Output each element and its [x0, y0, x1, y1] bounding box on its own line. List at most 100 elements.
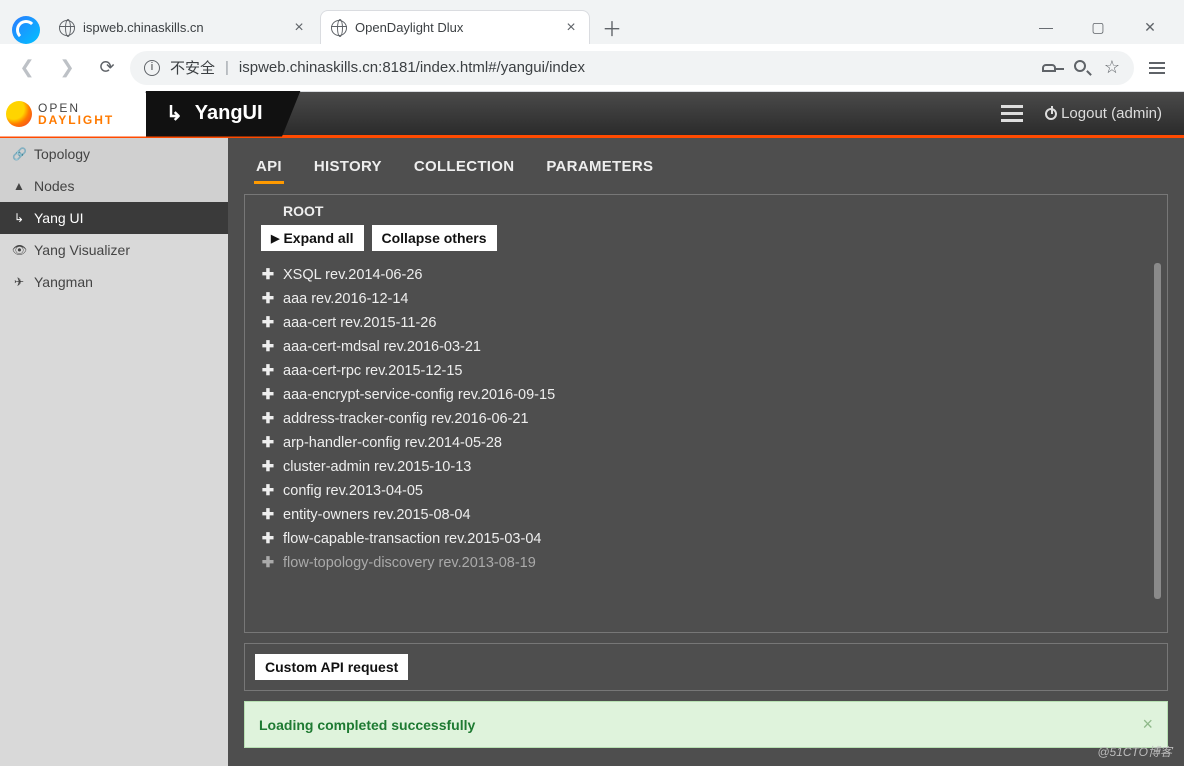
- logout-button[interactable]: Logout (admin): [1045, 105, 1162, 122]
- tree-node[interactable]: ✚ aaa-cert rev.2015-11-26: [261, 311, 1163, 335]
- globe-icon: [331, 20, 347, 36]
- watermark: @51CTO博客: [1097, 743, 1172, 760]
- key-icon[interactable]: [1042, 59, 1056, 76]
- plus-icon: ✚: [261, 315, 275, 331]
- browser-tab-0[interactable]: ispweb.chinaskills.cn ×: [48, 10, 318, 44]
- tree-node-label: aaa rev.2016-12-14: [283, 291, 409, 307]
- tree-node-label: aaa-cert-mdsal rev.2016-03-21: [283, 339, 481, 355]
- browser-menu-button[interactable]: [1140, 51, 1174, 85]
- custom-api-button[interactable]: Custom API request: [255, 654, 408, 680]
- tree-node[interactable]: ✚config rev.2013-04-05: [261, 479, 1163, 503]
- tree-node-label: arp-handler-config rev.2014-05-28: [283, 435, 502, 451]
- tree-node-label: address-tracker-config rev.2016-06-21: [283, 411, 529, 427]
- plus-icon: ✚: [261, 291, 275, 307]
- app-header: OPEN DAYLIGHT ↳ YangUI Logout (admin): [0, 92, 1184, 138]
- address-bar[interactable]: i 不安全 | ispweb.chinaskills.cn:8181/index…: [130, 51, 1134, 85]
- tree-node[interactable]: ✚ aaa rev.2016-12-14: [261, 287, 1163, 311]
- tab-history[interactable]: HISTORY: [312, 152, 384, 184]
- tree-node[interactable]: ✚ flow-topology-discovery rev.2013-08-19: [261, 551, 1163, 575]
- sidebar-icon: ↳: [12, 211, 26, 225]
- window-controls: — ▢ ✕: [1032, 19, 1176, 44]
- plus-icon: ✚: [261, 435, 275, 451]
- app-title-tab: ↳ YangUI: [146, 91, 301, 137]
- custom-api-panel: Custom API request: [244, 643, 1168, 691]
- api-panel: ROOT ▶Expand all Collapse others ✚ XSQL r…: [244, 194, 1168, 633]
- app-menu-button[interactable]: [1001, 105, 1023, 122]
- new-tab-button[interactable]: ＋: [598, 13, 626, 41]
- expand-all-button[interactable]: ▶Expand all: [261, 225, 364, 251]
- tab-api[interactable]: API: [254, 152, 284, 184]
- plus-icon: ✚: [261, 507, 275, 523]
- forward-button[interactable]: ❯: [50, 51, 84, 85]
- collapse-others-label: Collapse others: [382, 230, 487, 246]
- tree-node-label: aaa-cert-rpc rev.2015-12-15: [283, 363, 462, 379]
- back-button[interactable]: ❮: [10, 51, 44, 85]
- sidebar-icon: 👁: [12, 243, 26, 257]
- browser-tab-1[interactable]: OpenDaylight Dlux ×: [320, 10, 590, 44]
- tree-node[interactable]: ✚ aaa-cert-mdsal rev.2016-03-21: [261, 335, 1163, 359]
- plus-icon: ✚: [261, 555, 275, 571]
- tree-node[interactable]: ✚flow-capable-transaction rev.2015-03-04: [261, 527, 1163, 551]
- plus-icon: ✚: [261, 459, 275, 475]
- sidebar-item-yang-ui[interactable]: ↳ Yang UI: [0, 202, 228, 234]
- main-tabs: API HISTORY COLLECTION PARAMETERS: [244, 150, 1168, 184]
- logo-line2: DAYLIGHT: [38, 113, 114, 127]
- triangle-right-icon: ▶: [271, 232, 279, 245]
- tree-node[interactable]: ✚ aaa-cert-rpc rev.2015-12-15: [261, 359, 1163, 383]
- tree-node-label: cluster-admin rev.2015-10-13: [283, 459, 471, 475]
- sidebar-item-label: Yang UI: [34, 210, 84, 226]
- tree-node[interactable]: ✚entity-owners rev.2015-08-04: [261, 503, 1163, 527]
- tab-collection[interactable]: COLLECTION: [412, 152, 517, 184]
- maximize-button[interactable]: ▢: [1084, 19, 1112, 36]
- search-icon[interactable]: [1074, 59, 1086, 76]
- sidebar-item-yangman[interactable]: ✈Yangman: [0, 266, 228, 298]
- tree-node-label: aaa-cert rev.2015-11-26: [283, 315, 436, 331]
- minimize-button[interactable]: —: [1032, 19, 1060, 36]
- bookmark-icon[interactable]: ☆: [1104, 57, 1120, 78]
- close-alert-button[interactable]: ×: [1142, 714, 1153, 735]
- tab-title: ispweb.chinaskills.cn: [83, 20, 204, 35]
- browser-toolbar: ❮ ❯ ⟳ i 不安全 | ispweb.chinaskills.cn:8181…: [0, 44, 1184, 92]
- opendaylight-logo[interactable]: OPEN DAYLIGHT: [0, 91, 170, 137]
- plus-icon: ✚: [261, 267, 275, 283]
- tree-node[interactable]: ✚ cluster-admin rev.2015-10-13: [261, 455, 1163, 479]
- arrow-icon: ↳: [166, 101, 183, 126]
- tree-node-label: flow-topology-discovery rev.2013-08-19: [283, 555, 536, 571]
- collapse-others-button[interactable]: Collapse others: [372, 225, 497, 251]
- close-icon[interactable]: ×: [563, 20, 579, 36]
- tab-parameters[interactable]: PARAMETERS: [544, 152, 655, 184]
- tree-node[interactable]: ✚address-tracker-config rev.2016-06-21: [261, 407, 1163, 431]
- app-title: YangUI: [195, 102, 263, 125]
- tree-node[interactable]: ✚ XSQL rev.2014-06-26: [261, 263, 1163, 287]
- url-text: ispweb.chinaskills.cn:8181/index.html#/y…: [239, 59, 585, 76]
- plus-icon: ✚: [261, 531, 275, 547]
- sidebar-item-label: Yang Visualizer: [34, 242, 130, 258]
- custom-api-label: Custom API request: [265, 659, 398, 675]
- reload-button[interactable]: ⟳: [90, 51, 124, 85]
- info-icon[interactable]: i: [144, 60, 160, 76]
- plus-icon: ✚: [261, 339, 275, 355]
- tree-node-label: XSQL rev.2014-06-26: [283, 267, 422, 283]
- plus-icon: ✚: [261, 363, 275, 379]
- close-window-button[interactable]: ✕: [1136, 19, 1164, 36]
- scrollbar[interactable]: [1154, 263, 1161, 599]
- power-icon: [1045, 108, 1057, 120]
- root-label: ROOT: [283, 203, 1163, 219]
- sidebar-icon: 🔗: [12, 147, 26, 161]
- browser-tabbar: ispweb.chinaskills.cn × OpenDaylight Dlu…: [0, 0, 1184, 44]
- sidebar-icon: ✈: [12, 275, 26, 289]
- tree-node[interactable]: ✚ arp-handler-config rev.2014-05-28: [261, 431, 1163, 455]
- sidebar: 🔗Topology▲Nodes ↳ Yang UI 👁 Yang Visualizer ✈…: [0, 138, 228, 766]
- sidebar-item-nodes[interactable]: ▲Nodes: [0, 170, 228, 202]
- tree-node-label: aaa-encrypt-service-config rev.2016-09-1…: [283, 387, 555, 403]
- tree-node-label: config rev.2013-04-05: [283, 483, 423, 499]
- module-tree: ✚XSQL rev.2014-06-26✚aaa rev.2016-12-14✚…: [261, 263, 1163, 628]
- alert-text: Loading completed successfully: [259, 717, 475, 733]
- sidebar-item-topology[interactable]: 🔗Topology: [0, 138, 228, 170]
- close-icon[interactable]: ×: [291, 20, 307, 36]
- sidebar-item-yang-visualizer[interactable]: 👁 Yang Visualizer: [0, 234, 228, 266]
- tree-node[interactable]: ✚aaa-encrypt-service-config rev.2016-09-…: [261, 383, 1163, 407]
- tab-title: OpenDaylight Dlux: [355, 20, 463, 35]
- logout-label: Logout (admin): [1061, 105, 1162, 122]
- status-alert: Loading completed successfully ×: [244, 701, 1168, 748]
